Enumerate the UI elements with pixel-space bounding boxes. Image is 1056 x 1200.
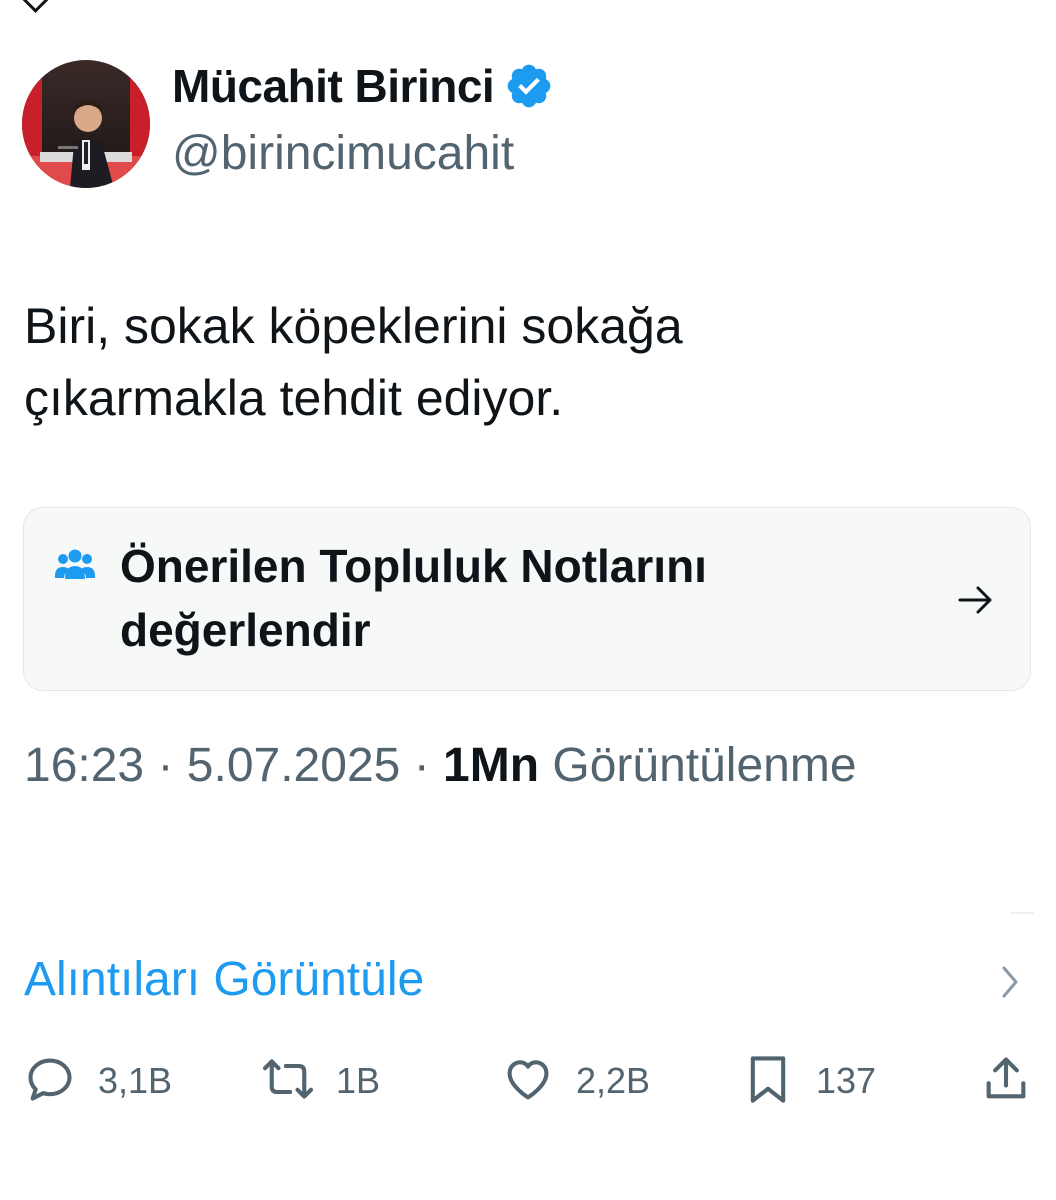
tweet-date: 5.07.2025 — [186, 739, 401, 792]
share-icon — [980, 1053, 1032, 1110]
view-quotes-row[interactable]: Alıntıları Görüntüle — [24, 952, 1034, 1012]
avatar[interactable] — [22, 60, 150, 188]
share-button[interactable] — [980, 1046, 1032, 1116]
meta-separator: · — [413, 739, 430, 792]
action-bar: 3,1B 1B 2,2B 137 — [0, 1046, 1056, 1116]
tweet-time: 16:23 — [24, 739, 145, 792]
divider — [1010, 912, 1034, 914]
bookmark-count: 137 — [816, 1060, 877, 1101]
view-quotes-link[interactable]: Alıntıları Görüntüle — [24, 953, 424, 1006]
like-count: 2,2B — [576, 1060, 651, 1101]
reply-icon — [24, 1053, 76, 1110]
reply-count: 3,1B — [98, 1060, 173, 1101]
meta-separator: · — [157, 739, 174, 792]
tweet-text-line: çıkarmakla tehdit ediyor. — [24, 370, 564, 426]
community-notes-title: Önerilen Topluluk Notlarını değerlendir — [120, 534, 880, 662]
bookmark-button[interactable]: 137 — [742, 1046, 876, 1116]
author-name[interactable]: Mücahit Birinci — [172, 59, 495, 113]
like-button[interactable]: 2,2B — [502, 1046, 650, 1116]
repost-count: 1B — [336, 1060, 381, 1101]
heart-icon — [502, 1053, 554, 1110]
tweet-text: Biri, sokak köpeklerini sokağa çıkarmakl… — [24, 290, 1024, 434]
back-chevron-icon[interactable] — [22, 0, 49, 13]
views-count: 1Mn — [443, 739, 540, 792]
author-name-row: Mücahit Birinci — [172, 58, 554, 114]
notes-title-line: Önerilen Topluluk Notlarını — [120, 540, 707, 592]
community-notes-card[interactable]: Önerilen Topluluk Notlarını değerlendir — [23, 507, 1031, 691]
tweet-meta: 16:23 · 5.07.2025 · 1Mn Görüntülenme — [24, 738, 857, 793]
arrow-right-icon — [956, 580, 996, 620]
author-handle[interactable]: @birincimucahit — [172, 126, 514, 181]
people-icon — [54, 546, 96, 586]
chevron-right-icon — [998, 964, 1022, 1000]
tweet-text-line: Biri, sokak köpeklerini sokağa — [24, 298, 683, 354]
views-label: Görüntülenme — [552, 739, 857, 792]
notes-title-line: değerlendir — [120, 604, 371, 656]
repost-button[interactable]: 1B — [262, 1046, 380, 1116]
reply-button[interactable]: 3,1B — [24, 1046, 172, 1116]
bookmark-icon — [742, 1053, 794, 1110]
verified-badge-icon — [504, 61, 554, 111]
repost-icon — [262, 1053, 314, 1110]
